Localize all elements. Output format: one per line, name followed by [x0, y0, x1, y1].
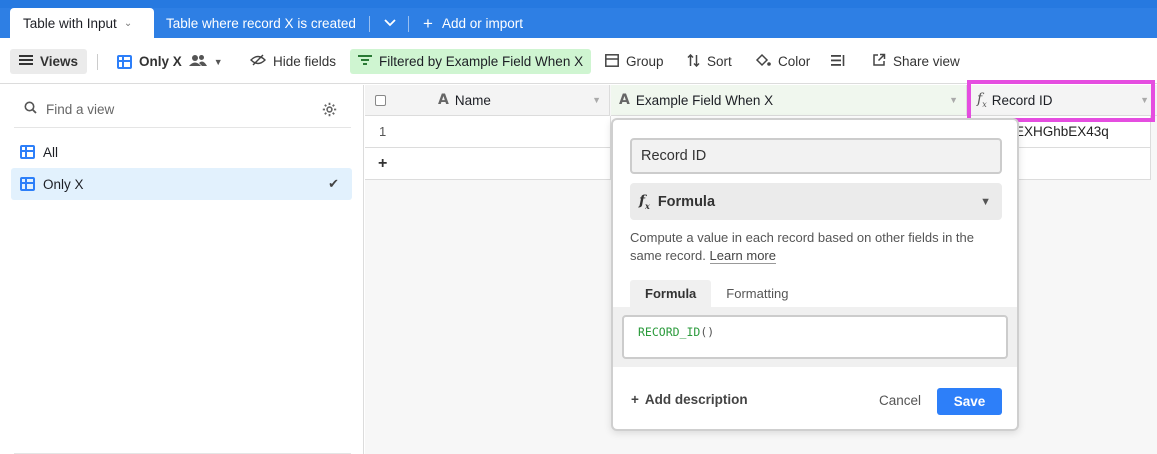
filter-button[interactable]: Filtered by Example Field When X: [350, 49, 592, 74]
group-button[interactable]: Group: [605, 49, 664, 74]
paint-bucket-icon: [755, 53, 771, 70]
gear-icon[interactable]: [322, 102, 337, 121]
field-name-input[interactable]: Record ID: [630, 138, 1002, 174]
column-header-label: Record ID: [991, 92, 1053, 108]
sidebar-item-label: All: [43, 144, 59, 160]
column-divider: [1150, 116, 1151, 180]
field-type-select[interactable]: fx Formula ▼: [630, 183, 1002, 220]
formula-tabs: Formula Formatting: [630, 280, 803, 307]
description-text: Compute a value in each record based on …: [630, 230, 974, 263]
add-description-button[interactable]: + Add description: [631, 392, 748, 407]
plus-icon: +: [423, 13, 433, 33]
row-height-button[interactable]: [831, 49, 846, 74]
cancel-button[interactable]: Cancel: [879, 393, 921, 408]
formula-icon: fx: [639, 192, 650, 211]
group-icon: [605, 53, 619, 70]
people-icon: [188, 54, 207, 70]
text-field-icon: A: [619, 92, 630, 108]
group-label: Group: [626, 54, 664, 69]
caret-down-icon[interactable]: ▼: [949, 95, 958, 105]
toolbar-divider: [97, 54, 98, 70]
select-all-header: [365, 85, 413, 116]
share-icon: [872, 53, 886, 70]
add-description-label: Add description: [644, 392, 748, 407]
filter-icon: [358, 54, 372, 69]
column-header-name[interactable]: A Name ▼: [413, 85, 610, 116]
views-sidebar: Find a view All Only X ✔: [0, 85, 364, 454]
tab-label: Formula: [645, 286, 697, 301]
grid-view-icon: [20, 145, 35, 159]
grid-view-icon: [20, 177, 35, 191]
search-icon: [24, 101, 37, 117]
formula-editor-panel: RECORD_ID(): [613, 307, 1017, 367]
row-height-icon: [831, 54, 846, 70]
plus-icon: +: [631, 392, 639, 407]
column-header-example-field[interactable]: A Example Field When X ▼: [611, 85, 967, 116]
menu-icon: [19, 54, 33, 69]
find-view-placeholder: Find a view: [46, 101, 115, 117]
field-config-popover: Record ID fx Formula ▼ Compute a value i…: [611, 118, 1019, 431]
tab-formatting[interactable]: Formatting: [711, 280, 803, 307]
record-id-cell[interactable]: EXHGhbEX43q: [1015, 124, 1109, 139]
tab-label: Table where record X is created: [166, 15, 356, 31]
field-type-label: Formula: [657, 193, 716, 210]
views-label: Views: [40, 54, 79, 69]
sort-icon: [687, 53, 700, 70]
plus-icon: +: [378, 154, 388, 172]
share-view-button[interactable]: Share view: [872, 49, 960, 74]
add-or-import-button[interactable]: + Add or import: [423, 8, 523, 38]
save-button[interactable]: Save: [937, 388, 1002, 415]
share-view-label: Share view: [893, 54, 960, 69]
column-header-record-id[interactable]: fx Record ID ▼: [968, 85, 1157, 116]
search-divider: [14, 127, 351, 128]
table-tab-bar: Table with Input ⌄ Table where record X …: [0, 0, 1157, 38]
formula-function: RECORD_ID: [638, 325, 701, 339]
chevron-down-icon[interactable]: [382, 14, 398, 30]
tab-formula[interactable]: Formula: [630, 280, 712, 307]
tab-table-record-x-created[interactable]: Table where record X is created: [166, 8, 356, 38]
sort-label: Sort: [707, 54, 732, 69]
tab-divider: [408, 16, 409, 32]
tab-table-with-input[interactable]: Table with Input ⌄: [10, 8, 154, 38]
field-name-value: Record ID: [641, 148, 707, 164]
caret-down-icon: ▼: [980, 195, 991, 208]
caret-down-icon: ▼: [213, 56, 223, 67]
learn-more-link[interactable]: Learn more: [709, 248, 776, 264]
add-import-label: Add or import: [441, 15, 523, 31]
caret-down-icon[interactable]: ▼: [592, 95, 601, 105]
formula-editor[interactable]: RECORD_ID(): [622, 315, 1008, 359]
sidebar-item-all[interactable]: All: [11, 136, 352, 168]
caret-down-icon[interactable]: ▼: [1140, 95, 1149, 105]
chevron-down-icon[interactable]: ⌄: [124, 18, 132, 29]
hide-fields-label: Hide fields: [273, 54, 337, 69]
eye-slash-icon: [250, 54, 266, 69]
hide-fields-button[interactable]: Hide fields: [250, 49, 336, 74]
sidebar-item-label: Only X: [43, 176, 84, 192]
tab-divider: [369, 16, 370, 32]
field-type-description: Compute a value in each record based on …: [630, 229, 1002, 265]
formula-icon: fx: [977, 91, 987, 109]
sort-button[interactable]: Sort: [687, 49, 732, 74]
column-header-label: Name: [454, 92, 491, 108]
tab-label: Formatting: [726, 286, 789, 301]
current-view-button[interactable]: Only X ▼: [117, 49, 223, 74]
select-all-checkbox[interactable]: [375, 94, 386, 106]
checkmark-icon: ✔: [328, 176, 339, 191]
view-toolbar: Views Only X ▼ Hide fields Filtered by E…: [0, 38, 1157, 84]
views-toggle-button[interactable]: Views: [10, 49, 88, 74]
formula-parens: (): [700, 325, 715, 339]
sidebar-item-only-x[interactable]: Only X ✔: [11, 168, 352, 200]
column-header-label: Example Field When X: [635, 92, 774, 108]
color-button[interactable]: Color: [755, 49, 810, 74]
grid-view-icon: [117, 54, 132, 69]
text-field-icon: A: [438, 92, 449, 108]
filter-label: Filtered by Example Field When X: [379, 54, 584, 69]
color-label: Color: [778, 54, 811, 69]
find-view-search[interactable]: Find a view: [24, 101, 114, 117]
row-number: 1: [379, 124, 387, 139]
tab-label: Table with Input: [23, 15, 117, 31]
current-view-label: Only X: [139, 54, 182, 69]
